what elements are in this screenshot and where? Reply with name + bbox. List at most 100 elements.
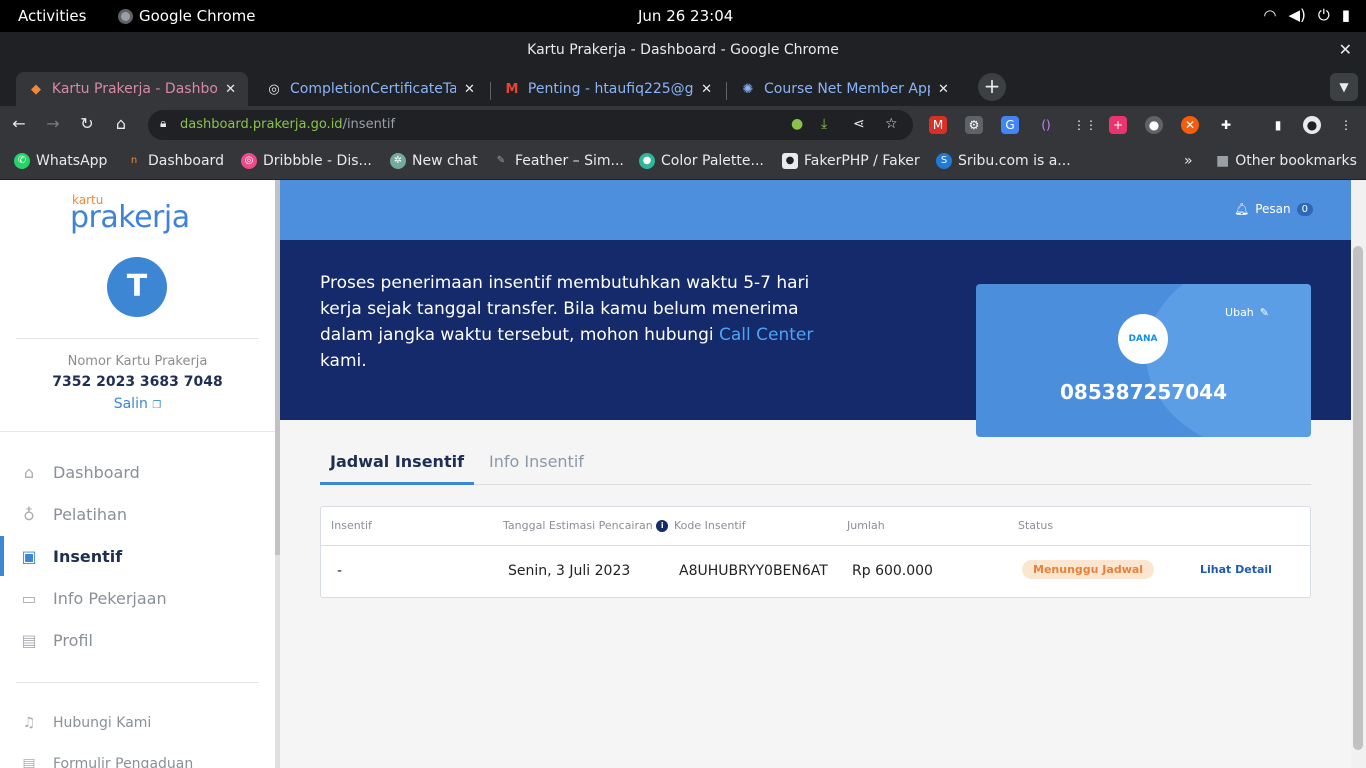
sidebar-item-profil[interactable]: ▤ Profil [0,620,275,660]
clock[interactable]: Jun 26 23:04 [638,7,733,25]
tab-close-icon[interactable]: ✕ [464,82,475,97]
briefcase-icon: ▭ [21,588,37,608]
bookmark-star-icon[interactable]: ☆ [885,116,898,132]
reload-icon[interactable]: ↻ [76,114,98,133]
bookmark-faker[interactable]: ● FakerPHP / Faker [782,153,920,169]
sidebar-item-hubungi-kami[interactable]: ♫ Hubungi Kami [0,715,275,731]
new-tab-button[interactable]: + [978,73,1006,101]
extension-waves-icon[interactable]: () [1037,116,1055,134]
tab-kartu-prakerja[interactable]: ◆ Kartu Prakerja - Dashboard ✕ [16,72,248,106]
bookmark-sribu[interactable]: S Sribu.com is a... [936,153,1071,169]
forward-icon[interactable]: → [42,114,64,133]
folder-icon: ■ [1216,153,1230,169]
profile-avatar-icon[interactable]: ● [1303,116,1321,134]
sidebar-item-info-pekerjaan[interactable]: ▭ Info Pekerjaan [0,578,275,618]
install-icon[interactable]: ⤓ [821,116,827,132]
home-icon[interactable]: ⌂ [110,114,132,133]
column-header-jumlah: Jumlah [847,519,885,532]
cell-insentif: - [337,563,343,579]
back-icon[interactable]: ← [8,114,30,133]
sidebar-item-label: Profil [53,630,93,650]
tab-label: CompletionCertificateTa [290,81,456,97]
activities-button[interactable]: Activities [18,7,86,25]
palette-icon: ● [639,153,655,169]
extension-mendeley-icon[interactable]: M [929,116,947,134]
tab-jadwal-insentif[interactable]: Jadwal Insentif [320,452,475,485]
sidebar-item-formulir-pengaduan[interactable]: ▤ Formulir Pengaduan [0,756,275,768]
side-panel-icon[interactable]: ▮ [1269,116,1287,134]
window-close-icon[interactable]: ✕ [1339,32,1352,68]
copy-icon: ❐ [152,400,162,411]
copy-card-number-button[interactable]: Salin ❐ [0,396,275,412]
extension-grid-icon[interactable]: ⋮⋮ [1073,116,1097,134]
call-center-link[interactable]: Call Center [719,325,813,345]
divider [16,338,259,339]
system-tray[interactable]: ◠ ◀) ⏻ ▮ [1263,6,1350,24]
tab-label: Penting - htaufiq225@gm [527,81,694,97]
other-bookmarks[interactable]: ■ Other bookmarks [1216,153,1357,169]
github-icon: ● [782,153,798,169]
copy-label: Salin [113,396,148,412]
sidebar-item-label: Pelatihan [53,504,127,524]
extension-gear-icon[interactable]: ⚙ [965,116,983,134]
chrome-icon [118,8,133,24]
tab-search-button[interactable]: ▼ [1330,73,1358,101]
sidebar-item-insentif[interactable]: ▣ Insentif [0,536,275,576]
cell-kode: A8UHUBRYY0BEN6AT [679,563,828,579]
bookmark-color-palette[interactable]: ● Color Palette... [639,153,764,169]
column-header-status: Status [1018,519,1054,532]
tab-separator [490,82,491,100]
wifi-icon: ◠ [1263,6,1277,24]
sidebar-item-label: Insentif [53,546,123,566]
tab-info-insentif[interactable]: Info Insentif [479,452,594,485]
share-icon[interactable]: ⋖ [853,116,865,132]
url-host: dashboard.prakerja.go.id [180,117,343,132]
window-titlebar: Kartu Prakerja - Dashboard - Google Chro… [0,32,1366,68]
extension-avatar-icon[interactable]: ● [1145,116,1163,134]
tab-close-icon[interactable]: ✕ [225,82,236,97]
bookmark-whatsapp[interactable]: ✆ WhatsApp [14,153,107,169]
page-scrollbar-thumb[interactable] [1353,246,1363,750]
extension-translate-icon[interactable]: G [1001,116,1019,134]
url-text[interactable]: dashboard.prakerja.go.id/insentif [180,117,395,132]
app-menu[interactable]: Google Chrome [118,7,256,25]
dana-logo: DANA [1118,314,1168,364]
extension-x-icon[interactable]: ✕ [1181,116,1199,134]
volume-icon: ◀) [1288,6,1306,24]
tab-completion-certificate[interactable]: ◎ CompletionCertificateTa ✕ [254,72,490,106]
bookmark-label: Color Palette... [661,153,764,169]
tab-gmail[interactable]: M Penting - htaufiq225@gm ✕ [492,72,724,106]
wallet-card: Ubah ✎ DANA 085387257044 [976,284,1311,437]
tab-close-icon[interactable]: ✕ [938,82,949,97]
bookmark-feather[interactable]: ✎ Feather – Sim... [493,153,624,169]
bookmarks-overflow-button[interactable]: » [1184,153,1193,169]
divider [16,682,259,683]
divider [0,431,275,432]
banner-text-after: kami. [320,351,367,371]
prakerja-favicon: ◆ [30,81,41,97]
card-number-label: Nomor Kartu Prakerja [67,354,208,369]
extension-plus-icon[interactable]: + [1109,116,1127,134]
view-detail-link[interactable]: Lihat Detail [1200,563,1272,576]
location-icon[interactable]: ● [791,116,803,132]
system-top-bar: Activities Google Chrome Jun 26 23:04 ◠ … [0,0,1366,32]
info-icon[interactable]: i [656,520,669,532]
edit-wallet-button[interactable]: Ubah ✎ [1225,306,1269,319]
sidebar-item-dashboard[interactable]: ⌂ Dashboard [0,452,275,492]
bookmark-dribbble[interactable]: ◎ Dribbble - Dis... [241,153,372,169]
chrome-menu-icon[interactable]: ⋮ [1337,116,1355,134]
bookmark-dashboard[interactable]: n Dashboard [126,153,224,169]
tab-close-icon[interactable]: ✕ [701,82,712,97]
lock-icon[interactable]: 🔒︎ [160,116,166,131]
globe-icon: ◎ [268,81,280,97]
messages-button[interactable]: 🔔︎ Pesan 0 [1234,202,1313,216]
extensions-puzzle-icon[interactable]: ✚ [1217,116,1235,134]
prakerja-logo[interactable]: prakerja [70,200,190,235]
chatgpt-icon: ✲ [390,153,406,169]
bookmark-label: Dashboard [148,153,224,169]
bookmark-new-chat[interactable]: ✲ New chat [390,153,478,169]
tab-course-net[interactable]: ✺ Course Net Member App ✕ [728,72,962,106]
address-bar[interactable]: 🔒︎ dashboard.prakerja.go.id/insentif ● ⤓… [148,110,913,140]
sidebar-item-pelatihan[interactable]: ♁ Pelatihan [0,494,275,534]
profile-icon: ▤ [21,630,37,650]
